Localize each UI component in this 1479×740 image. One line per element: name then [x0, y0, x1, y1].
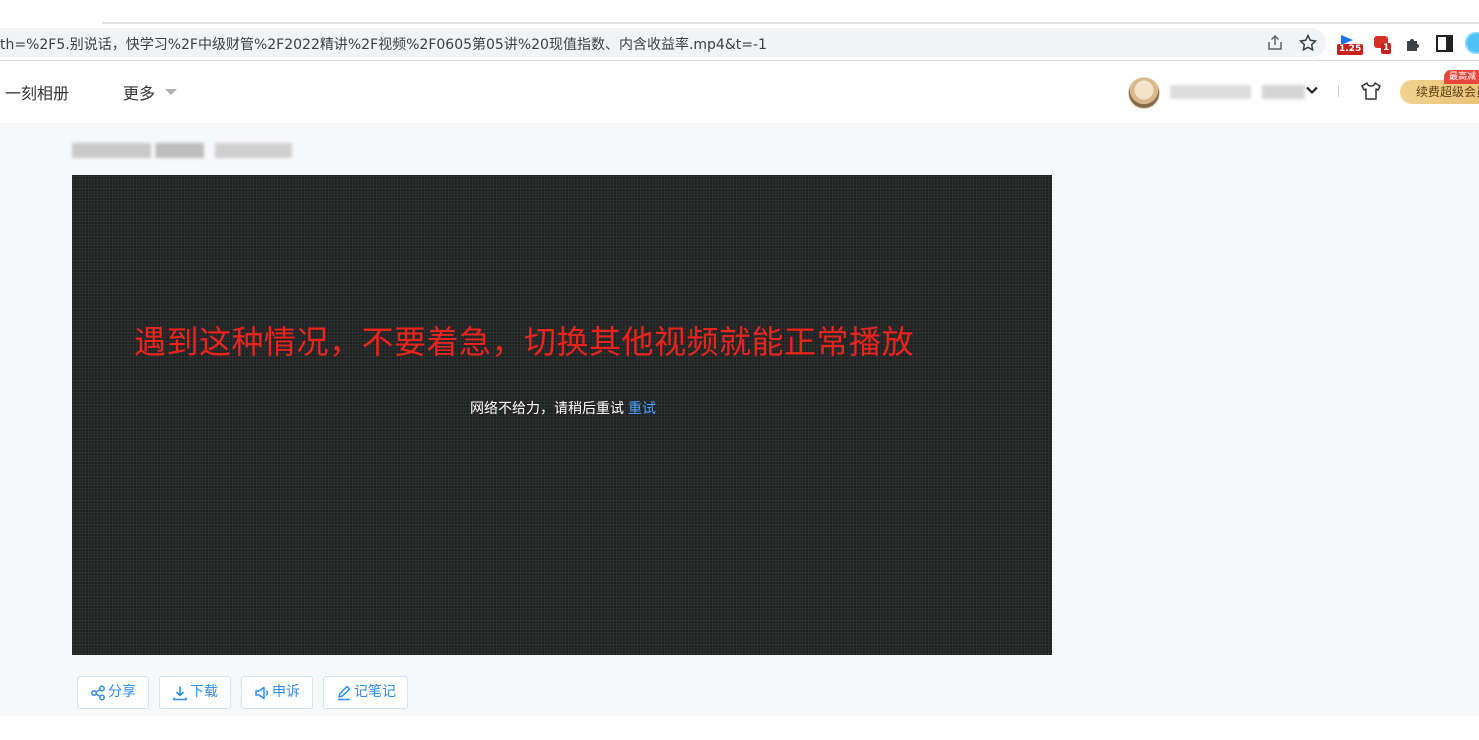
nav-item-album[interactable]: 一刻相册	[5, 80, 69, 104]
page-bottom	[0, 716, 1479, 740]
share-button[interactable]: 分享	[77, 676, 149, 709]
share-label: 分享	[108, 684, 136, 700]
puzzle-extensions-icon[interactable]	[1403, 33, 1425, 55]
video-player[interactable]: 遇到这种情况，不要着急，切换其他视频就能正常播放 网络不给力，请稍后重试 重试	[72, 175, 1052, 655]
share-page-icon[interactable]	[1265, 33, 1285, 53]
url-text[interactable]: th=%2F5.别说话，快学习%2F中级财管%2F2022精讲%2F视频%2F0…	[0, 34, 767, 54]
user-avatar[interactable]	[1128, 77, 1160, 109]
share-icon	[91, 685, 105, 701]
vip-promo-tag: 最高减	[1444, 70, 1479, 84]
count-badge: 1	[1381, 43, 1392, 54]
notify-extension-icon[interactable]: 1	[1372, 32, 1394, 54]
header-divider	[1338, 85, 1339, 97]
error-text: 网络不给力，请稍后重试	[470, 401, 624, 417]
chevron-down-icon[interactable]	[1305, 83, 1319, 97]
notes-label: 记笔记	[354, 684, 396, 700]
download-button[interactable]: 下载	[159, 676, 231, 709]
speed-extension-icon[interactable]: 1.25	[1337, 32, 1364, 55]
browser-toolbar: th=%2F5.别说话，快学习%2F中级财管%2F2022精讲%2F视频%2F0…	[0, 24, 1479, 61]
overlay-caption: 遇到这种情况，不要着急，切换其他视频就能正常播放	[134, 323, 915, 361]
profile-avatar-icon[interactable]	[1465, 32, 1479, 54]
report-label: 申诉	[272, 684, 300, 700]
blurred-file-title	[72, 143, 292, 158]
download-icon	[173, 686, 187, 701]
network-error-message: 网络不给力，请稍后重试 重试	[470, 398, 656, 418]
report-button[interactable]: 申诉	[241, 676, 313, 709]
side-panel-icon[interactable]	[1434, 33, 1456, 55]
megaphone-icon	[255, 686, 268, 700]
pen-icon	[338, 685, 351, 701]
address-bar[interactable]: th=%2F5.别说话，快学习%2F中级财管%2F2022精讲%2F视频%2F0…	[0, 28, 1326, 57]
caret-down-icon	[165, 89, 177, 95]
retry-link[interactable]: 重试	[628, 401, 656, 417]
download-label: 下载	[190, 684, 218, 700]
site-header: 一刻相册 更多 续费超级会员 最高减	[0, 61, 1479, 123]
nav-item-more[interactable]: 更多	[123, 80, 155, 104]
speed-badge: 1.25	[1337, 44, 1364, 55]
bookmark-star-icon[interactable]	[1298, 33, 1318, 53]
skin-shirt-icon[interactable]	[1360, 80, 1382, 102]
blurred-username	[1170, 85, 1305, 99]
take-notes-button[interactable]: 记笔记	[323, 676, 408, 709]
browser-tabstrip	[0, 0, 1479, 24]
